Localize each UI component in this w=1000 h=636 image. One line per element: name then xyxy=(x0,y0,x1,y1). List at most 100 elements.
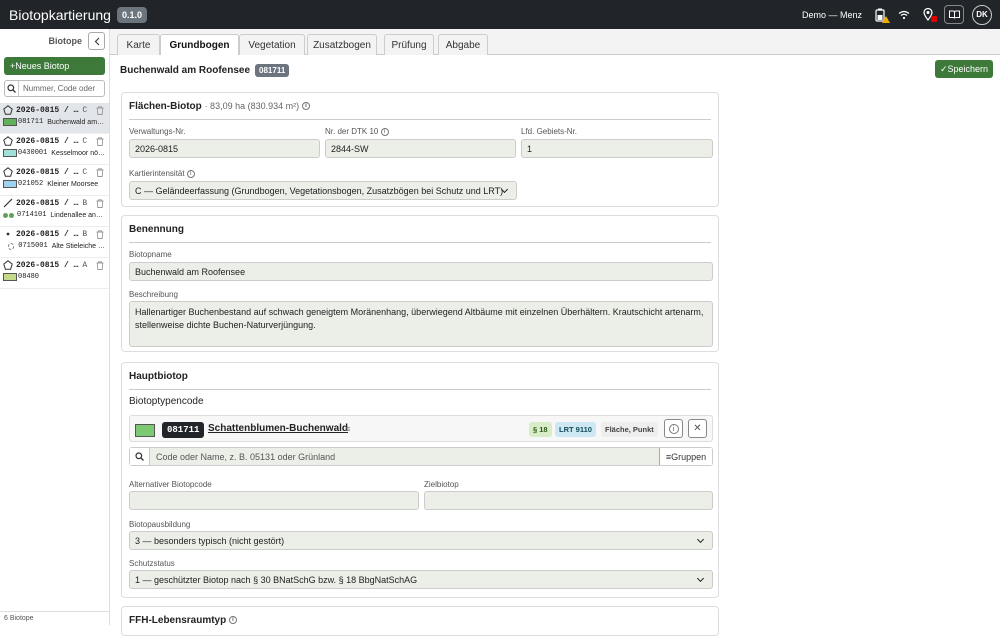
intensitaet-label: Kartierintensität xyxy=(129,169,185,178)
save-button[interactable]: ✓ Speichern xyxy=(935,60,993,78)
point-swatch xyxy=(8,242,15,250)
biotop-kind: C xyxy=(82,136,88,146)
trash-icon[interactable] xyxy=(96,137,104,149)
sidebar-title: Biotope xyxy=(48,36,83,46)
lfd-label: Lfd. Gebiets-Nr. xyxy=(521,127,578,136)
code-name-link[interactable]: Schattenblumen-Buchenwald xyxy=(208,423,348,434)
new-biotop-button[interactable]: + Neues Biotop xyxy=(4,57,105,75)
tab-abgabe[interactable]: Abgabe xyxy=(438,34,488,55)
trash-icon[interactable] xyxy=(96,199,104,211)
book-icon[interactable] xyxy=(944,5,964,24)
color-swatch xyxy=(3,273,17,281)
info-icon: i xyxy=(668,423,679,434)
version-badge: 0.1.0 xyxy=(116,6,147,23)
biotop-code-badge: 081711 xyxy=(255,64,290,77)
benennung-card: Benennung Biotopname Buchenwald am Roofe… xyxy=(121,215,719,352)
biotopname-label: Biotopname xyxy=(129,250,172,259)
sidebar-item[interactable]: 2026-0815 / … C 021052 Kleiner Moorsee xyxy=(0,165,109,196)
lfd-field[interactable]: 1 xyxy=(521,139,713,158)
sidebar-item[interactable]: 2026-0815 / … A 08480 xyxy=(0,258,109,289)
search-icon xyxy=(5,81,19,96)
beschreibung-label: Beschreibung xyxy=(129,290,178,299)
app-title: Biotopkartierung xyxy=(9,6,111,23)
info-button[interactable]: i xyxy=(664,419,683,438)
beschreibung-textarea[interactable]: Hallenartiger Buchenbestand auf schwach … xyxy=(129,301,713,347)
schutzstatus-select[interactable]: 1 — geschützter Biotop nach § 30 BNatSch… xyxy=(129,570,713,589)
dtk-label: Nr. der DTK 10 xyxy=(325,127,379,136)
sidebar-search-input[interactable]: Nummer, Code oder xyxy=(4,80,105,97)
tab-grundbogen[interactable]: Grundbogen xyxy=(160,34,239,56)
battery-warning-icon[interactable] xyxy=(872,7,890,23)
biotop-kind: C xyxy=(82,105,88,115)
trash-icon[interactable] xyxy=(96,168,104,180)
sidebar-item[interactable]: 2026-0815 / … C 0430001 Kesselmoor nö… xyxy=(0,134,109,165)
info-icon[interactable]: i xyxy=(186,169,195,178)
tab-karte[interactable]: Karte xyxy=(117,34,160,55)
sidebar-item[interactable]: 2026-0815 / … C 081711 Buchenwald am… xyxy=(0,103,109,134)
info-icon[interactable]: i xyxy=(301,102,310,111)
polygon-icon xyxy=(3,105,13,115)
biotop-id: 2026-0815 / … xyxy=(16,167,79,177)
tag-lrt: LRT 9110 xyxy=(555,422,596,437)
biotop-count: 6 Biotope xyxy=(0,611,110,625)
color-swatch xyxy=(135,424,155,437)
chevron-left-icon xyxy=(94,37,99,45)
biotoptypencode-label: Biotoptypencode xyxy=(129,396,204,407)
flaechen-card: Flächen-Biotop · 83,09 ha (830.934 m²) i… xyxy=(121,92,719,207)
color-swatch xyxy=(3,118,17,126)
tab-bar: Karte Grundbogen Vegetation Zusatzbogen … xyxy=(110,29,1000,56)
biotopname-field[interactable]: Buchenwald am Roofensee xyxy=(129,262,713,281)
collapse-sidebar-button[interactable] xyxy=(88,32,105,50)
wifi-icon[interactable] xyxy=(896,7,912,23)
auspraegung-select[interactable]: 3 — besonders typisch (nicht gestört) xyxy=(129,531,713,550)
biotop-name: Lindenallee an… xyxy=(50,211,103,219)
flaechen-area: · 83,09 ha (830.934 m²) xyxy=(204,101,300,111)
biotop-code: 08480 xyxy=(18,273,40,281)
biotop-id: 2026-0815 / … xyxy=(16,105,79,115)
hauptbiotop-title: Hauptbiotop xyxy=(129,371,188,382)
trash-icon[interactable] xyxy=(96,106,104,118)
ffh-title: FFH-Lebensraumtyp xyxy=(129,615,227,626)
intensitaet-select[interactable]: C — Geländeerfassung (Grundbogen, Vegeta… xyxy=(129,181,517,200)
biotop-name: Buchenwald am… xyxy=(47,118,105,126)
biotop-name-header: Buchenwald am Roofensee xyxy=(120,65,251,76)
biotop-code: 0715001 xyxy=(18,242,48,250)
color-swatch xyxy=(3,149,17,157)
verwaltung-field[interactable]: 2026-0815 xyxy=(129,139,320,158)
tag-geometry: Fläche, Punkt xyxy=(601,422,658,437)
trash-icon[interactable] xyxy=(96,230,104,242)
info-icon[interactable]: i xyxy=(380,127,389,136)
line-swatch xyxy=(3,212,14,218)
biotop-kind: A xyxy=(82,260,88,270)
selected-code-row: 081711 Schattenblumen-Buchenwald ≡ § 18 … xyxy=(129,415,713,442)
alt-code-field[interactable] xyxy=(129,491,419,510)
search-icon xyxy=(130,448,150,465)
info-icon[interactable]: i xyxy=(229,616,238,625)
avatar[interactable]: DK xyxy=(972,4,992,25)
check-icon: ✓ xyxy=(939,63,948,74)
dtk-field[interactable]: 2844-SW xyxy=(325,139,516,158)
sidebar-item[interactable]: 2026-0815 / … B 0714101 Lindenallee an… xyxy=(0,196,109,227)
biotop-name: Alte Stieleiche … xyxy=(51,242,105,250)
zielbiotop-label: Zielbiotop xyxy=(424,480,459,489)
location-icon[interactable] xyxy=(920,7,937,23)
biotop-kind: B xyxy=(82,229,88,239)
sidebar-item[interactable]: 2026-0815 / … B 0715001 Alte Stieleiche … xyxy=(0,227,109,258)
flaechen-title: Flächen-Biotop xyxy=(129,101,202,112)
tab-vegetation[interactable]: Vegetation xyxy=(239,34,305,55)
trash-icon[interactable] xyxy=(96,261,104,273)
groups-button[interactable]: ≡ Gruppen xyxy=(659,448,712,465)
zielbiotop-field[interactable] xyxy=(424,491,713,510)
close-icon[interactable]: ✕ xyxy=(688,419,707,438)
biotop-id: 2026-0815 / … xyxy=(16,260,79,270)
code-badge: 081711 xyxy=(162,422,205,438)
polygon-icon xyxy=(3,260,13,270)
biotop-name: Kleiner Moorsee xyxy=(47,180,99,188)
code-search-input[interactable]: Code oder Name, z. B. 05131 oder Grünlan… xyxy=(129,447,713,466)
biotop-id: 2026-0815 / … xyxy=(16,136,79,146)
biotop-id: 2026-0815 / … xyxy=(16,198,79,208)
biotop-kind: B xyxy=(82,198,88,208)
biotop-code: 021052 xyxy=(18,180,44,188)
tab-zusatzbogen[interactable]: Zusatzbogen xyxy=(307,34,377,55)
tab-pruefung[interactable]: Prüfung xyxy=(384,34,434,55)
